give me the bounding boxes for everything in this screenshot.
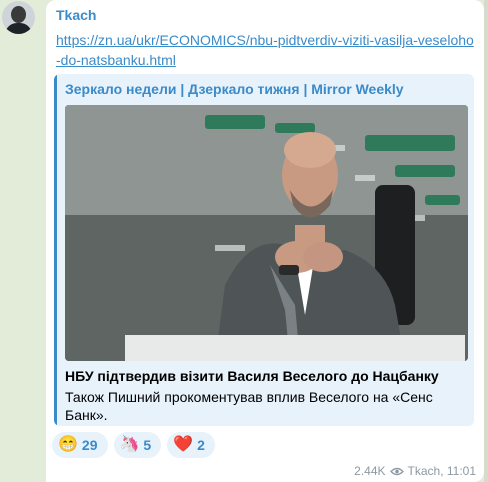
reaction-unicorn[interactable]: 🦄 5 bbox=[113, 432, 162, 458]
eye-icon bbox=[389, 467, 404, 475]
avatar-head-shape bbox=[11, 6, 26, 23]
preview-image[interactable] bbox=[65, 105, 468, 361]
author-time: Tkach, 11:01 bbox=[407, 464, 476, 478]
preview-description: Також Пишний прокоментував вплив Веселог… bbox=[65, 389, 433, 423]
preview-site-name: Зеркало недели | Дзеркало тижня | Mirror… bbox=[65, 81, 404, 97]
message-link[interactable]: https://zn.ua/ukr/ECONOMICS/nbu-pidtverd… bbox=[56, 30, 476, 70]
grinning-face-icon: 😁 bbox=[58, 436, 78, 453]
message-bubble: Tkach https://zn.ua/ukr/ECONOMICS/nbu-pi… bbox=[46, 0, 484, 482]
view-count: 2.44K bbox=[354, 464, 386, 478]
sender-avatar[interactable] bbox=[2, 1, 35, 34]
reactions-bar: 😁 29 🦄 5 ❤️ 2 bbox=[52, 432, 215, 460]
avatar-body-shape bbox=[5, 23, 32, 34]
preview-title: НБУ підтвердив візити Василя Веселого до… bbox=[65, 368, 439, 384]
message-meta: 2.44K Tkach, 11:01 bbox=[354, 464, 476, 478]
reaction-count: 29 bbox=[81, 437, 98, 453]
reaction-count: 5 bbox=[143, 437, 152, 453]
scrollbar[interactable] bbox=[484, 0, 488, 482]
reaction-grinning[interactable]: 😁 29 bbox=[52, 432, 108, 458]
unicorn-icon: 🦄 bbox=[119, 436, 140, 453]
reaction-heart[interactable]: ❤️ 2 bbox=[167, 432, 215, 458]
link-preview[interactable]: Зеркало недели | Дзеркало тижня | Mirror… bbox=[54, 74, 474, 426]
reaction-count: 2 bbox=[197, 437, 205, 453]
red-heart-icon: ❤️ bbox=[173, 436, 194, 453]
sender-name[interactable]: Tkach bbox=[56, 7, 96, 23]
preview-photo-illustration bbox=[65, 105, 468, 361]
preview-accent-bar bbox=[54, 74, 57, 426]
